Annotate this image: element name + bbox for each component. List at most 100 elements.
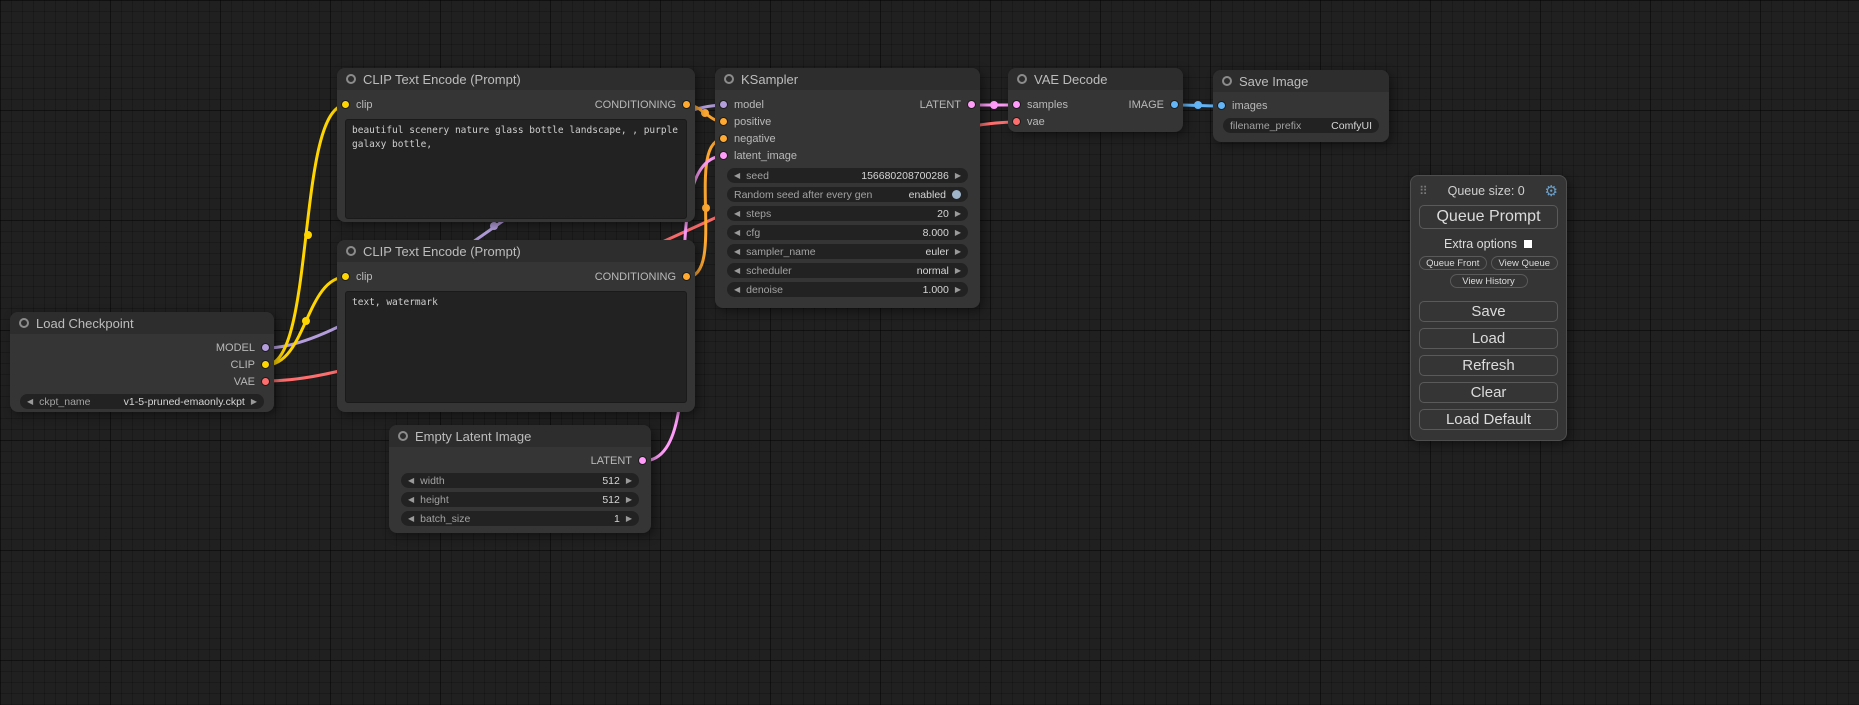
negative-input-dot[interactable]	[719, 134, 728, 143]
node-title-bar[interactable]: Save Image	[1213, 70, 1389, 92]
clip-output-dot[interactable]	[261, 360, 270, 369]
random-seed-toggle[interactable]: Random seed after every gen enabled	[727, 187, 968, 202]
steps-widget[interactable]: ◀ steps 20 ▶	[727, 206, 968, 221]
combo-next-icon[interactable]: ▶	[626, 515, 632, 523]
model-input-dot[interactable]	[719, 100, 728, 109]
width-widget[interactable]: ◀ width 512 ▶	[401, 473, 639, 488]
samples-input-dot[interactable]	[1012, 100, 1021, 109]
node-title: Load Checkpoint	[36, 316, 134, 331]
node-collapse-dot[interactable]	[398, 431, 408, 441]
node-title-bar[interactable]: CLIP Text Encode (Prompt)	[337, 240, 695, 262]
seed-widget[interactable]: ◀ seed 156680208700286 ▶	[727, 168, 968, 183]
node-collapse-dot[interactable]	[346, 74, 356, 84]
node-title-bar[interactable]: Load Checkpoint	[10, 312, 274, 334]
clip-input-dot[interactable]	[341, 272, 350, 281]
combo-next-icon[interactable]: ▶	[955, 210, 961, 218]
node-title-bar[interactable]: CLIP Text Encode (Prompt)	[337, 68, 695, 90]
scheduler-widget[interactable]: ◀ scheduler normal ▶	[727, 263, 968, 278]
node-title-bar[interactable]: KSampler	[715, 68, 980, 90]
latent-output-dot[interactable]	[967, 100, 976, 109]
node-title-bar[interactable]: Empty Latent Image	[389, 425, 651, 447]
port-label: latent_image	[734, 150, 797, 162]
widget-name: filename_prefix	[1230, 120, 1301, 132]
node-title: Empty Latent Image	[415, 429, 531, 444]
vae-output-dot[interactable]	[261, 377, 270, 386]
widget-value: 20	[937, 208, 949, 220]
images-input-dot[interactable]	[1217, 101, 1226, 110]
combo-next-icon[interactable]: ▶	[955, 286, 961, 294]
queue-size-label: Queue size: 0	[1428, 184, 1545, 198]
node-title-bar[interactable]: VAE Decode	[1008, 68, 1183, 90]
clear-button[interactable]: Clear	[1419, 382, 1558, 403]
combo-prev-icon[interactable]: ◀	[734, 267, 740, 275]
combo-prev-icon[interactable]: ◀	[734, 210, 740, 218]
image-output-dot[interactable]	[1170, 100, 1179, 109]
positive-prompt-textarea[interactable]: beautiful scenery nature glass bottle la…	[345, 119, 687, 219]
output-port-image: IMAGE	[1129, 99, 1179, 111]
toggle-indicator[interactable]	[952, 190, 961, 199]
model-output-dot[interactable]	[261, 343, 270, 352]
combo-prev-icon[interactable]: ◀	[734, 172, 740, 180]
combo-prev-icon[interactable]: ◀	[408, 496, 414, 504]
combo-next-icon[interactable]: ▶	[626, 477, 632, 485]
link-midpoint-dot	[304, 231, 312, 239]
latent-image-input-dot[interactable]	[719, 151, 728, 160]
node-vae-decode[interactable]: VAE Decode samples IMAGE vae	[1008, 68, 1183, 132]
node-clip-text-encode-negative[interactable]: CLIP Text Encode (Prompt) clip CONDITION…	[337, 240, 695, 412]
node-collapse-dot[interactable]	[724, 74, 734, 84]
conditioning-output-dot[interactable]	[682, 100, 691, 109]
node-ksampler[interactable]: KSampler model LATENT positive	[715, 68, 980, 308]
widget-value: 512	[602, 494, 620, 506]
combo-prev-icon[interactable]: ◀	[408, 515, 414, 523]
node-graph-canvas[interactable]: Load Checkpoint MODEL CLIP VAE	[0, 0, 1859, 705]
filename-prefix-widget[interactable]: filename_prefix ComfyUI	[1223, 118, 1379, 133]
node-save-image[interactable]: Save Image images filename_prefix ComfyU…	[1213, 70, 1389, 142]
combo-prev-icon[interactable]: ◀	[734, 229, 740, 237]
combo-next-icon[interactable]: ▶	[955, 172, 961, 180]
node-title: Save Image	[1239, 74, 1308, 89]
save-button[interactable]: Save	[1419, 301, 1558, 322]
settings-gear-icon[interactable]: ⚙	[1545, 184, 1558, 199]
view-queue-button[interactable]: View Queue	[1491, 256, 1559, 270]
combo-next-icon[interactable]: ▶	[251, 398, 257, 406]
node-collapse-dot[interactable]	[19, 318, 29, 328]
port-label: vae	[1027, 116, 1045, 128]
widget-name: Random seed after every gen	[734, 189, 872, 201]
latent-output-dot[interactable]	[638, 456, 647, 465]
port-label: negative	[734, 133, 776, 145]
ckpt-name-widget[interactable]: ◀ ckpt_name v1-5-pruned-emaonly.ckpt ▶	[20, 394, 264, 409]
clip-input-dot[interactable]	[341, 100, 350, 109]
node-collapse-dot[interactable]	[1017, 74, 1027, 84]
height-widget[interactable]: ◀ height 512 ▶	[401, 492, 639, 507]
node-load-checkpoint[interactable]: Load Checkpoint MODEL CLIP VAE	[10, 312, 274, 412]
extra-options-checkbox[interactable]	[1523, 239, 1533, 249]
combo-next-icon[interactable]: ▶	[626, 496, 632, 504]
node-clip-text-encode-positive[interactable]: CLIP Text Encode (Prompt) clip CONDITION…	[337, 68, 695, 222]
cfg-widget[interactable]: ◀ cfg 8.000 ▶	[727, 225, 968, 240]
vae-input-dot[interactable]	[1012, 117, 1021, 126]
combo-next-icon[interactable]: ▶	[955, 229, 961, 237]
combo-prev-icon[interactable]: ◀	[27, 398, 33, 406]
queue-front-button[interactable]: Queue Front	[1419, 256, 1487, 270]
batch-size-widget[interactable]: ◀ batch_size 1 ▶	[401, 511, 639, 526]
load-default-button[interactable]: Load Default	[1419, 409, 1558, 430]
view-history-button[interactable]: View History	[1450, 274, 1528, 288]
queue-prompt-button[interactable]: Queue Prompt	[1419, 205, 1558, 229]
sampler-name-widget[interactable]: ◀ sampler_name euler ▶	[727, 244, 968, 259]
refresh-button[interactable]: Refresh	[1419, 355, 1558, 376]
positive-input-dot[interactable]	[719, 117, 728, 126]
combo-next-icon[interactable]: ▶	[955, 267, 961, 275]
load-button[interactable]: Load	[1419, 328, 1558, 349]
combo-prev-icon[interactable]: ◀	[734, 248, 740, 256]
combo-next-icon[interactable]: ▶	[955, 248, 961, 256]
node-collapse-dot[interactable]	[1222, 76, 1232, 86]
combo-prev-icon[interactable]: ◀	[734, 286, 740, 294]
drag-handle-icon[interactable]: ⠿	[1419, 184, 1428, 198]
conditioning-output-dot[interactable]	[682, 272, 691, 281]
node-empty-latent-image[interactable]: Empty Latent Image LATENT ◀ width 512 ▶ …	[389, 425, 651, 533]
node-collapse-dot[interactable]	[346, 246, 356, 256]
negative-prompt-textarea[interactable]: text, watermark	[345, 291, 687, 403]
combo-prev-icon[interactable]: ◀	[408, 477, 414, 485]
denoise-widget[interactable]: ◀ denoise 1.000 ▶	[727, 282, 968, 297]
port-label: CONDITIONING	[595, 271, 676, 283]
